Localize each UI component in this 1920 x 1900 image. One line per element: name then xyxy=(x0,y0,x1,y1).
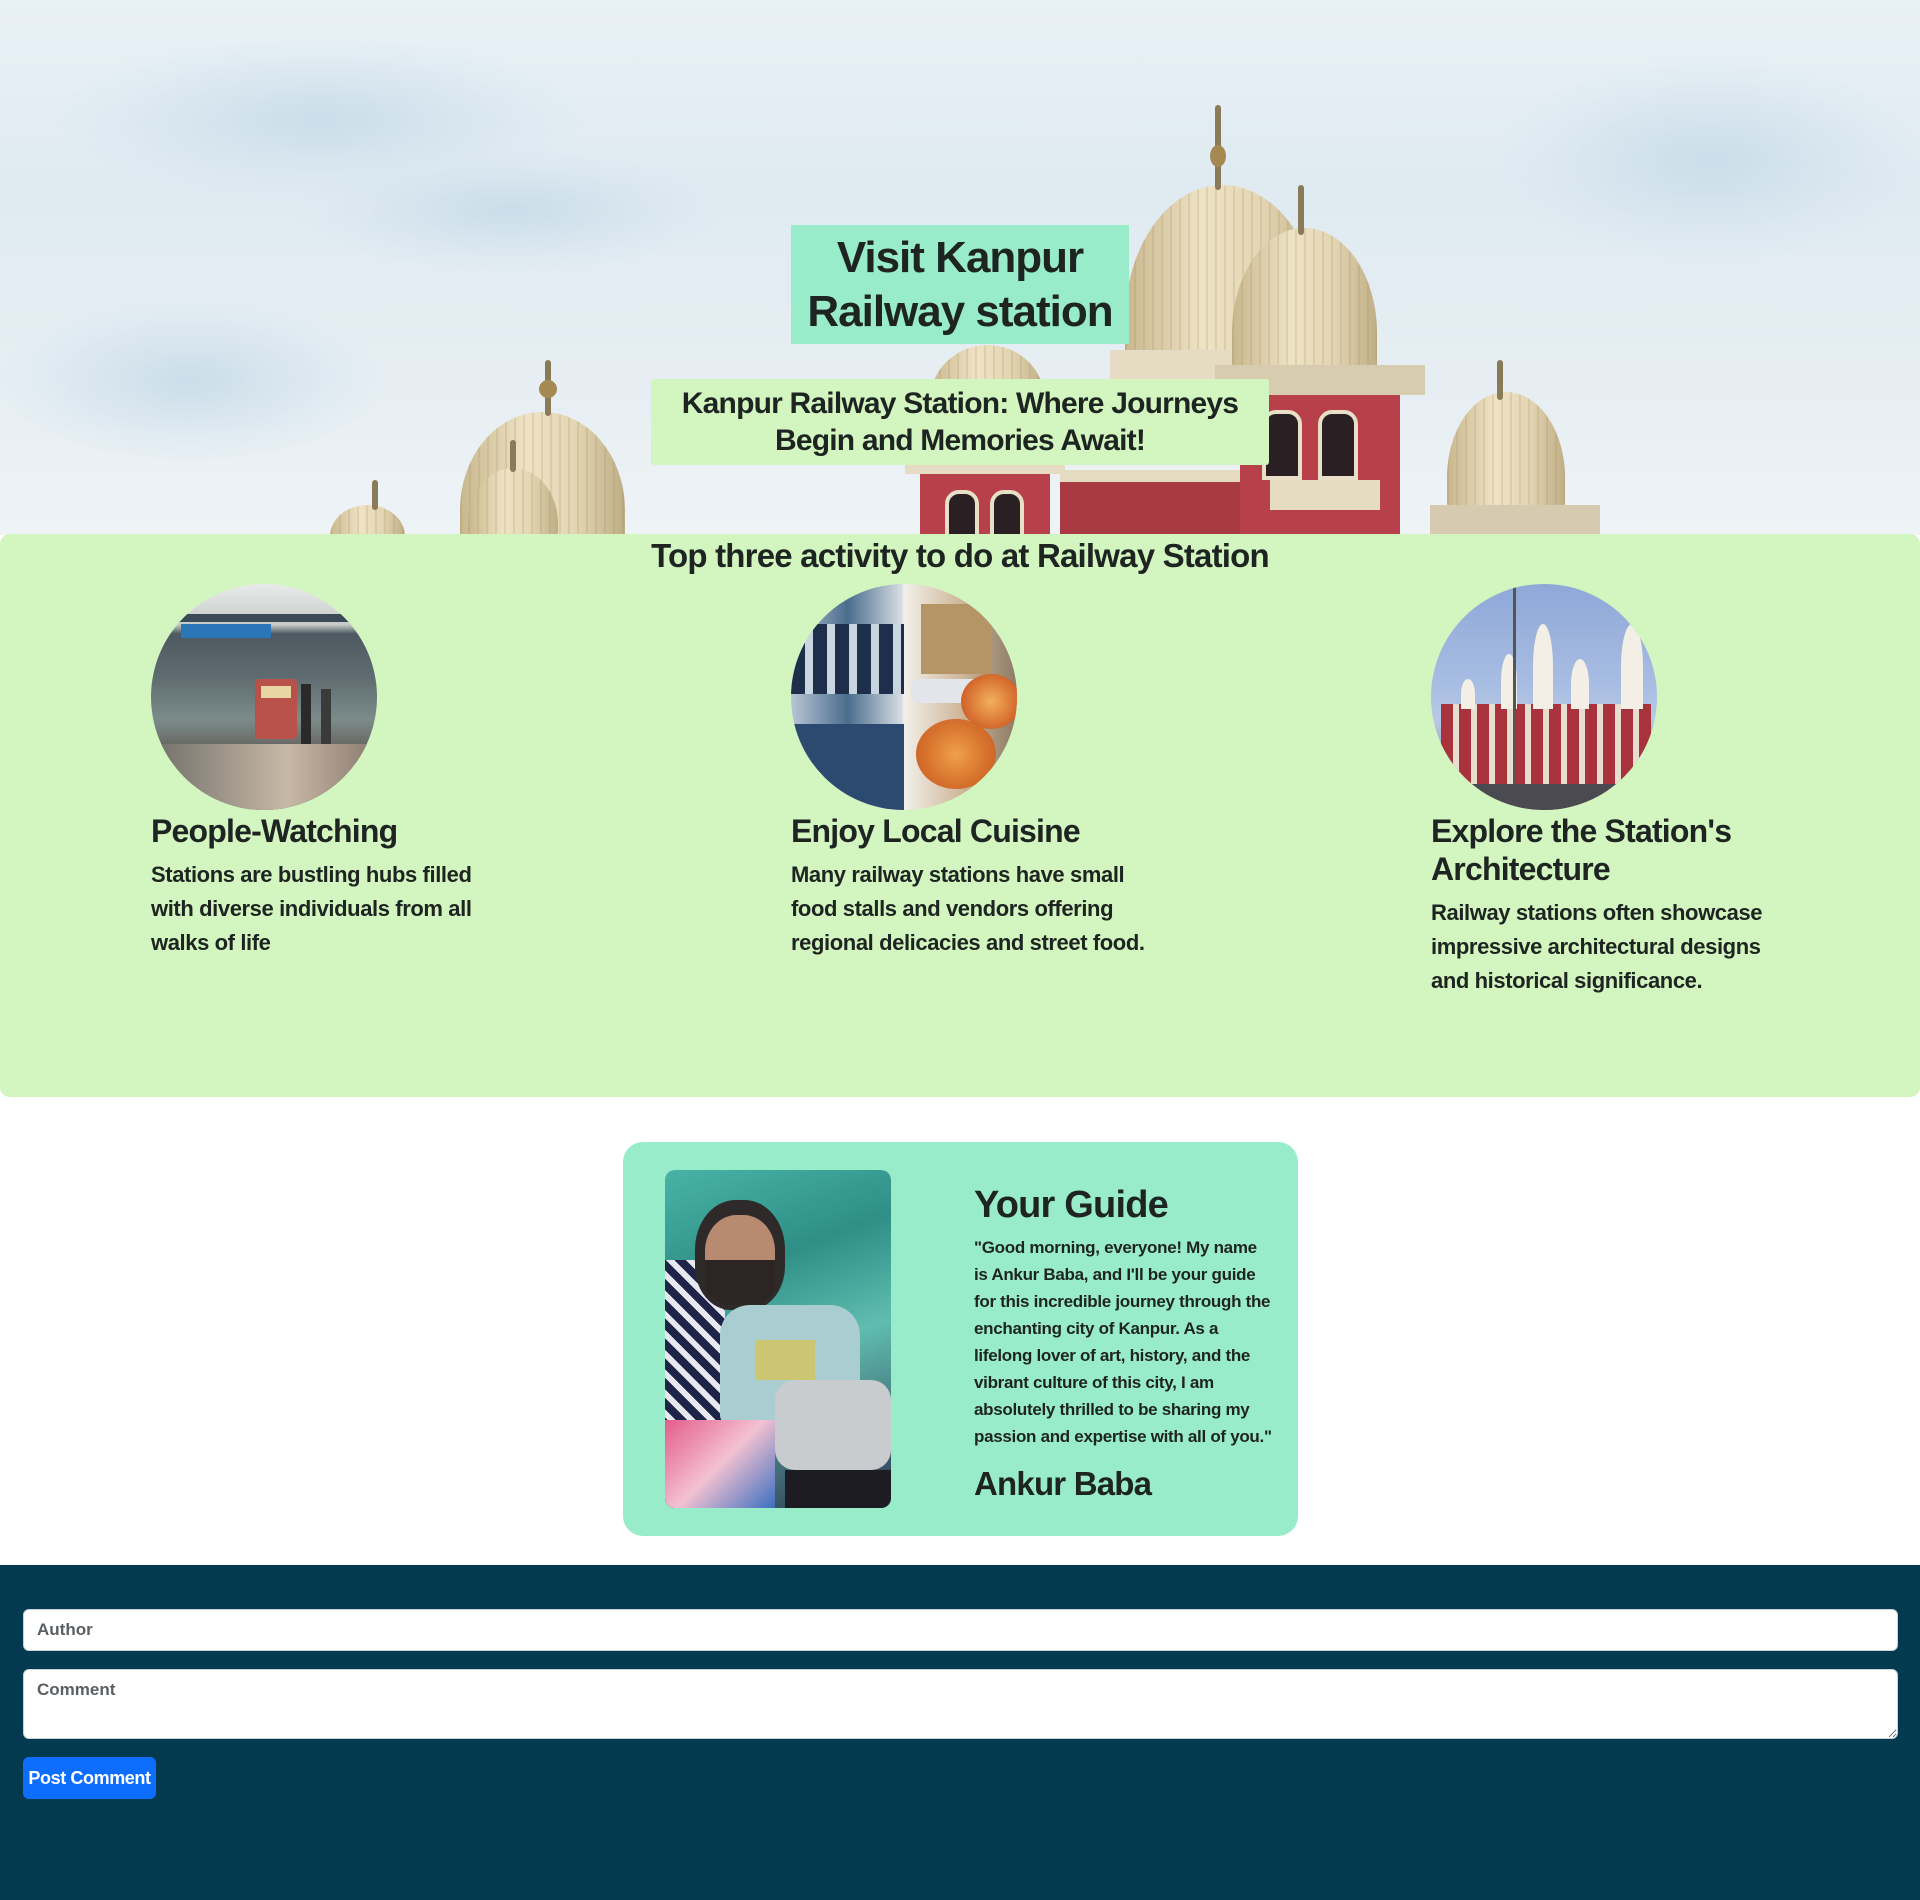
activity-title: Explore the Station's Architecture xyxy=(1431,813,1732,887)
train-platform-image xyxy=(151,584,377,810)
activity-card: Explore the Station's Architecture Railw… xyxy=(1431,584,1811,998)
hero-title-box: Visit Kanpur Railway station xyxy=(791,225,1129,344)
activities-heading-wrap: Top three activity to do at Railway Stat… xyxy=(0,534,1920,578)
cloud-decoration xyxy=(0,300,380,460)
post-comment-button[interactable]: Post Comment xyxy=(23,1757,156,1799)
guide-heading: Your Guide xyxy=(974,1184,1169,1226)
comment-textarea[interactable] xyxy=(23,1669,1898,1739)
activity-description: Stations are bustling hubs filled with d… xyxy=(151,862,472,955)
page-title: Visit Kanpur Railway station xyxy=(807,232,1113,336)
street-food-image xyxy=(791,584,1017,810)
author-input[interactable] xyxy=(23,1609,1898,1651)
hero-section: Visit Kanpur Railway station Kanpur Rail… xyxy=(0,0,1920,535)
page-subtitle: Kanpur Railway Station: Where Journeys B… xyxy=(681,387,1239,457)
activity-card: People-Watching Stations are bustling hu… xyxy=(151,584,531,960)
station-building-image xyxy=(1431,584,1657,810)
activity-title: People-Watching xyxy=(151,813,398,849)
activity-title: Enjoy Local Cuisine xyxy=(791,813,1081,849)
activity-description: Many railway stations have small food st… xyxy=(791,862,1145,955)
cloud-decoration xyxy=(1500,60,1920,260)
guide-name: Ankur Baba xyxy=(974,1465,1152,1502)
guide-card: Your Guide "Good morning, everyone! My n… xyxy=(623,1142,1298,1536)
activity-description: Railway stations often showcase impressi… xyxy=(1431,900,1763,993)
activities-section: Top three activity to do at Railway Stat… xyxy=(0,534,1920,1097)
comment-section: Post Comment xyxy=(0,1565,1920,1900)
guide-photo xyxy=(665,1170,891,1508)
activities-heading: Top three activity to do at Railway Stat… xyxy=(651,537,1270,574)
hero-subtitle-box: Kanpur Railway Station: Where Journeys B… xyxy=(651,379,1269,465)
cloud-decoration xyxy=(300,150,720,270)
guide-quote: "Good morning, everyone! My name is Anku… xyxy=(974,1238,1272,1446)
activity-card: Enjoy Local Cuisine Many railway station… xyxy=(791,584,1171,960)
